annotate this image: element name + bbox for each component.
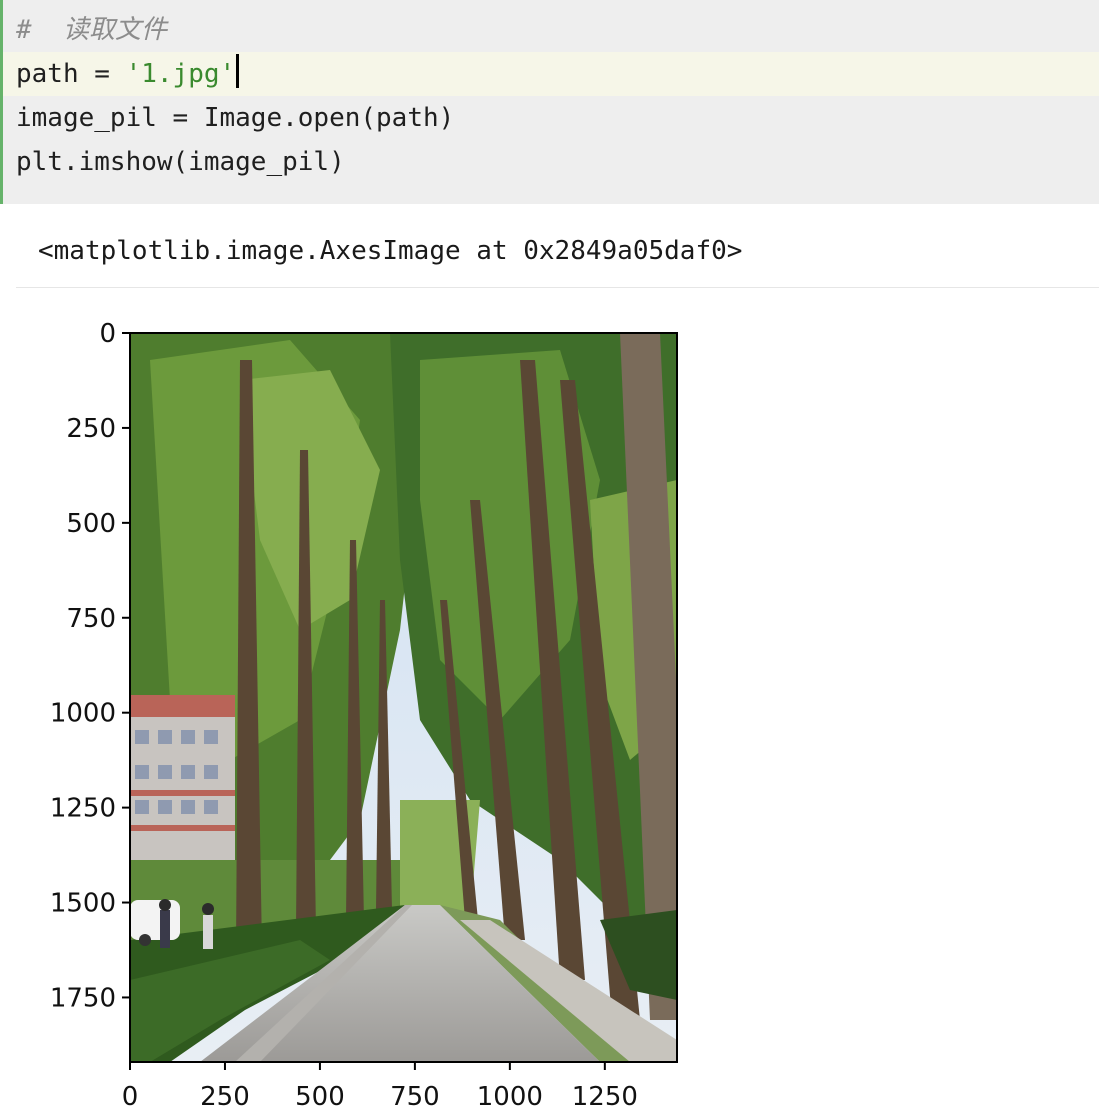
code-line-show[interactable]: plt.imshow(image_pil) [16, 140, 345, 184]
code-string: '1.jpg' [125, 59, 236, 89]
x-tick-label: 250 [200, 1082, 250, 1107]
y-tick-label: 1750 [50, 983, 116, 1013]
output-repr: <matplotlib.image.AxesImage at 0x2849a05… [38, 236, 743, 266]
plot-figure: 0 250 500 750 1000 1250 0 250 500 750 1000 1250 150… [0, 300, 700, 1111]
y-tick-label: 0 [99, 319, 116, 349]
y-tick-label: 1500 [50, 889, 116, 919]
x-tick-label: 1250 [572, 1082, 638, 1107]
x-tick-label: 500 [295, 1082, 345, 1107]
code-line-path[interactable]: path = '1.jpg' [16, 52, 240, 96]
code-line-open[interactable]: image_pil = Image.open(path) [16, 96, 454, 140]
y-tick-label: 1000 [50, 699, 116, 729]
x-tick-label: 1000 [477, 1082, 543, 1107]
x-tick-label: 0 [122, 1082, 139, 1107]
y-tick-label: 1250 [50, 794, 116, 824]
y-tick-label: 750 [66, 604, 116, 634]
code-cell[interactable]: # 读取文件 path = '1.jpg' image_pil = Image.… [0, 0, 1099, 204]
photo-image [130, 333, 677, 1062]
code-comment[interactable]: # 读取文件 [16, 8, 167, 52]
y-tick-label: 250 [66, 414, 116, 444]
y-tick-label: 500 [66, 509, 116, 539]
x-axis: 0 250 500 750 1000 1250 [122, 1062, 638, 1111]
output-divider [16, 287, 1099, 288]
cell-selection-bar [0, 0, 3, 204]
text-cursor [236, 54, 240, 88]
code-text: path = [16, 59, 126, 89]
y-axis: 0 250 500 750 1000 1250 1500 1750 [50, 319, 130, 1013]
plot-svg: 0 250 500 750 1000 1250 0 250 500 750 1000 1250 150… [50, 319, 678, 1111]
x-tick-label: 750 [390, 1082, 440, 1107]
